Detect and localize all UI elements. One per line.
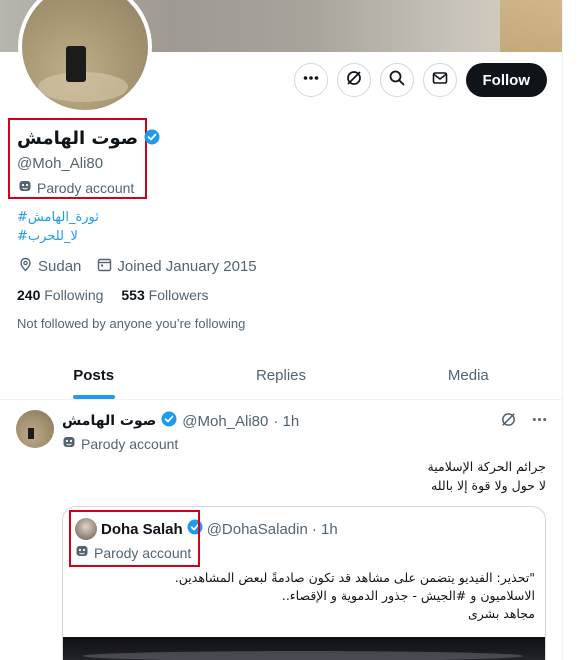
quote-text-line: مجاهد بشرى — [467, 606, 535, 621]
tab-label: Media — [447, 367, 489, 384]
active-tab-indicator — [72, 395, 115, 399]
avatar-object — [66, 46, 86, 82]
tweet-text-line: جرائم الحركة الإسلامية — [427, 459, 546, 474]
grok-button[interactable] — [336, 63, 371, 97]
quote-highlight-box — [69, 510, 200, 567]
quote-text-line: "تحذير: الفيديو يتضمن على مشاهد قد تكون … — [174, 570, 535, 585]
verified-badge-icon — [161, 411, 177, 431]
tweet-header: صوت الهامش @Moh_Ali80 · 1h — [62, 411, 299, 431]
search-icon — [388, 69, 406, 91]
tweet-top-actions — [500, 411, 548, 432]
message-icon — [431, 69, 449, 91]
parody-mask-icon — [18, 179, 32, 196]
column-divider — [562, 0, 563, 660]
grok-icon[interactable] — [500, 411, 517, 432]
followers-count: 553 — [121, 287, 145, 303]
followers-label: Followers — [148, 287, 209, 303]
profile-tabs: Posts Replies Media — [0, 352, 562, 400]
tweet-parody-label: Parody account — [62, 435, 178, 452]
profile-handle: @Moh_Ali80 — [17, 155, 104, 172]
profile-name-row: صوت الهامش — [17, 128, 160, 149]
tweet-author-avatar[interactable] — [16, 410, 54, 448]
tab-label: Replies — [255, 367, 306, 384]
message-button[interactable] — [422, 63, 457, 97]
quote-author-handle: @DohaSaladin — [206, 520, 308, 538]
verified-badge-icon — [144, 129, 160, 149]
hashtag-link[interactable]: #ثورة_الهامش — [17, 208, 99, 227]
profile-joined: Joined January 2015 — [97, 257, 257, 276]
quote-text: "تحذير: الفيديو يتضمن على مشاهد قد تكون … — [75, 569, 535, 623]
search-profile-button[interactable] — [379, 63, 414, 97]
profile-bio-hashtags: #ثورة_الهامش #لا_للحرب — [17, 208, 99, 246]
grok-icon — [345, 69, 363, 91]
parody-text: Parody account — [81, 435, 179, 452]
tweet-item[interactable]: صوت الهامش @Moh_Ali80 · 1h Parody accoun… — [0, 400, 562, 660]
followers-link[interactable]: 553 Followers — [121, 287, 208, 303]
profile-location: Sudan — [18, 257, 81, 276]
more-icon — [302, 69, 320, 91]
tweet-text-line: لا حول ولا قوة إلا بالله — [431, 478, 546, 493]
following-label: Following — [44, 287, 104, 303]
banner-stripe — [500, 0, 562, 52]
calendar-icon — [97, 257, 112, 276]
profile-meta: Sudan Joined January 2015 — [18, 257, 257, 276]
tab-replies[interactable]: Replies — [187, 352, 374, 399]
tab-posts[interactable]: Posts — [0, 352, 187, 399]
tweet-time[interactable]: · 1h — [273, 413, 299, 430]
more-icon[interactable] — [531, 411, 548, 432]
not-followed-notice: Not followed by anyone you’re following — [17, 316, 246, 331]
parody-mask-icon — [62, 435, 76, 452]
joined-text: Joined January 2015 — [117, 258, 257, 275]
tab-media[interactable]: Media — [375, 352, 562, 399]
parody-text: Parody account — [37, 179, 135, 196]
following-count: 240 — [17, 287, 41, 303]
quote-time: · 1h — [311, 520, 338, 538]
profile-parody-label: Parody account — [18, 179, 134, 196]
following-link[interactable]: 240 Following — [17, 287, 103, 303]
location-pin-icon — [18, 257, 33, 276]
hashtag-link[interactable]: #لا_للحرب — [17, 227, 99, 246]
quote-video-thumbnail[interactable] — [63, 637, 545, 660]
tweet-author-name[interactable]: صوت الهامش — [62, 413, 156, 429]
more-options-button[interactable] — [293, 63, 328, 97]
profile-avatar[interactable] — [18, 0, 152, 114]
profile-stats: 240 Following 553 Followers — [17, 287, 209, 303]
profile-actions: Follow — [293, 63, 547, 97]
profile-display-name: صوت الهامش — [17, 128, 139, 149]
quote-text-line: الاسلاميون و #الجيش - جذور الدموية و الإ… — [281, 588, 535, 603]
tweet-author-handle[interactable]: @Moh_Ali80 — [182, 413, 268, 430]
location-text: Sudan — [38, 258, 82, 275]
tab-label: Posts — [73, 367, 115, 384]
follow-button[interactable]: Follow — [465, 63, 547, 97]
tweet-text: جرائم الحركة الإسلامية لا حول ولا قوة إل… — [66, 457, 546, 495]
